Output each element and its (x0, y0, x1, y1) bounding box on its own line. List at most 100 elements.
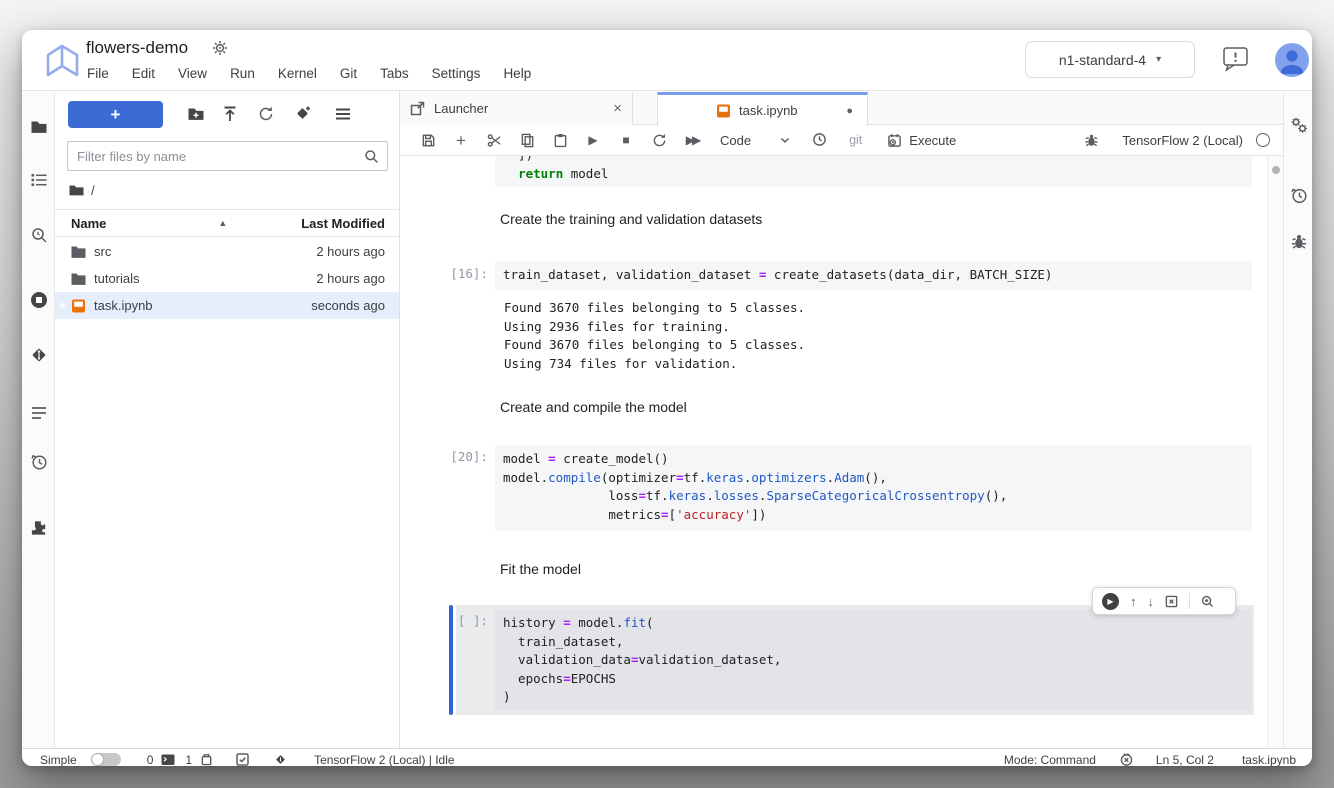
user-avatar[interactable] (1275, 43, 1309, 77)
terminals-count[interactable]: 0 (147, 753, 154, 766)
execution-prompt: [20]: (426, 449, 488, 464)
debugger-bug-icon[interactable] (1083, 132, 1099, 148)
kernel-sessions-icon[interactable] (200, 753, 214, 766)
page-title: flowers-demo (86, 38, 188, 58)
delete-cell-icon[interactable] (1165, 595, 1178, 608)
menu-help[interactable]: Help (503, 66, 531, 81)
tab-launcher[interactable]: Launcher × (400, 92, 633, 125)
notebook-scrollbar[interactable] (1267, 156, 1283, 748)
cut-cells-icon[interactable] (486, 132, 502, 148)
git-cell-label[interactable]: git (849, 133, 862, 147)
save-icon[interactable] (420, 132, 436, 148)
file-table-header: Name ▲ Last Modified (55, 209, 399, 237)
property-inspector-icon[interactable] (1290, 116, 1308, 134)
column-last-modified[interactable]: Last Modified (301, 216, 385, 231)
feedback-icon[interactable] (1222, 46, 1250, 72)
debugger-bug-icon[interactable] (1290, 233, 1308, 251)
menu-edit[interactable]: Edit (132, 66, 155, 81)
mode-indicator: Mode: Command (1004, 753, 1096, 766)
running-kernels-icon[interactable] (30, 171, 48, 189)
status-bar: Simple 0 1 TensorFlow 2 (Local) | Idle M… (22, 748, 1312, 766)
move-cell-up-icon[interactable]: ↑ (1130, 595, 1137, 608)
sort-ascending-icon[interactable]: ▲ (218, 218, 227, 228)
git-status-icon[interactable] (274, 753, 288, 766)
toggle-knob (92, 754, 103, 765)
run-cell-icon[interactable]: ▶ (585, 132, 601, 148)
interrupt-kernel-icon[interactable]: ■ (618, 132, 634, 148)
execute-button[interactable]: Execute (887, 133, 956, 148)
breadcrumb[interactable]: / (69, 180, 95, 200)
run-this-cell-icon[interactable]: ▶ (1102, 593, 1119, 610)
search-icon[interactable] (30, 226, 48, 244)
code-cell-partial[interactable]: ]) return model (495, 156, 1252, 187)
markdown-cell-compile[interactable]: Create and compile the model (500, 399, 687, 415)
paste-cells-icon[interactable] (552, 132, 568, 148)
new-folder-icon[interactable] (187, 105, 205, 123)
machine-type-label: n1-standard-4 (1059, 52, 1146, 68)
add-cell-icon[interactable]: + (453, 132, 469, 148)
kernel-status-text[interactable]: TensorFlow 2 (Local) | Idle (314, 753, 455, 766)
extension-manager-icon[interactable] (30, 519, 48, 537)
file-browser-panel: + (55, 92, 400, 748)
code-cell-16[interactable]: train_dataset, validation_dataset = crea… (495, 261, 1252, 290)
tab-task-ipynb[interactable]: task.ipynb ● (657, 92, 868, 126)
filter-files-input[interactable] (77, 143, 357, 169)
restart-kernel-icon[interactable] (651, 132, 667, 148)
code-cell-20[interactable]: model = create_model()model.compile(opti… (495, 445, 1252, 531)
git-icon[interactable] (30, 346, 48, 364)
menu-kernel[interactable]: Kernel (278, 66, 317, 81)
menu-view[interactable]: View (178, 66, 207, 81)
status-filename: task.ipynb (1242, 753, 1296, 766)
file-row-task-ipynb[interactable]: task.ipynb seconds ago (55, 292, 399, 319)
execution-time-icon[interactable] (812, 132, 828, 148)
markdown-cell-fit[interactable]: Fit the model (500, 561, 581, 577)
history-icon[interactable] (1290, 187, 1308, 205)
move-cell-down-icon[interactable]: ↓ (1148, 595, 1155, 608)
menu-settings[interactable]: Settings (432, 66, 481, 81)
tab-label: task.ipynb (739, 103, 798, 118)
menu-git[interactable]: Git (340, 66, 357, 81)
table-of-contents-icon[interactable] (30, 404, 48, 422)
terminal-icon[interactable] (161, 753, 175, 766)
notebook-file-icon (716, 104, 731, 118)
execute-schedule-icon (887, 133, 902, 148)
notebook-jobs-icon[interactable] (30, 453, 48, 471)
menu-tabs[interactable]: Tabs (380, 66, 409, 81)
file-browser-icon[interactable] (30, 118, 48, 136)
simple-mode-toggle[interactable] (91, 753, 121, 766)
code-cell-fit[interactable]: history = model.fit( train_dataset, vali… (495, 609, 1252, 711)
folder-icon (69, 184, 84, 197)
scrollbar-thumb[interactable] (1272, 166, 1280, 174)
menu-file[interactable]: File (87, 66, 109, 81)
menu-bar: File Edit View Run Kernel Git Tabs Setti… (87, 66, 531, 81)
column-name[interactable]: Name (71, 216, 106, 231)
file-list-icon[interactable] (334, 105, 352, 123)
refresh-icon[interactable] (257, 105, 275, 123)
menu-run[interactable]: Run (230, 66, 255, 81)
checkbox-icon[interactable] (236, 753, 250, 766)
cursor-position[interactable]: Ln 5, Col 2 (1156, 753, 1214, 766)
file-row-tutorials[interactable]: tutorials 2 hours ago (55, 265, 399, 292)
copy-cells-icon[interactable] (519, 132, 535, 148)
chevron-down-icon[interactable] (779, 134, 791, 146)
close-tab-icon[interactable]: × (613, 100, 622, 117)
kernel-name[interactable]: TensorFlow 2 (Local) (1122, 133, 1243, 148)
clone-repository-icon[interactable] (294, 105, 312, 123)
toolbar-right: TensorFlow 2 (Local) (1083, 132, 1270, 148)
execution-prompt: [ ]: (426, 613, 488, 628)
restart-run-all-icon[interactable]: ▶▶ (684, 132, 700, 148)
kernels-count[interactable]: 1 (185, 753, 192, 766)
notebook-toolbar: + (400, 125, 1283, 156)
file-row-src[interactable]: src 2 hours ago (55, 238, 399, 265)
markdown-cell-datasets[interactable]: Create the training and validation datas… (500, 211, 762, 227)
sessions-stop-icon[interactable] (30, 291, 48, 309)
machine-type-dropdown[interactable]: n1-standard-4 ▾ (1025, 41, 1195, 78)
new-launcher-button[interactable]: + (68, 101, 163, 128)
expand-cell-icon[interactable] (1201, 595, 1214, 608)
divider (1189, 593, 1190, 609)
breadcrumb-root: / (91, 183, 95, 198)
notebook-settings-gear-icon[interactable] (212, 40, 228, 56)
interrupt-icon[interactable] (1120, 753, 1134, 766)
upload-icon[interactable] (221, 105, 239, 123)
cell-type-dropdown[interactable]: Code (720, 133, 751, 148)
